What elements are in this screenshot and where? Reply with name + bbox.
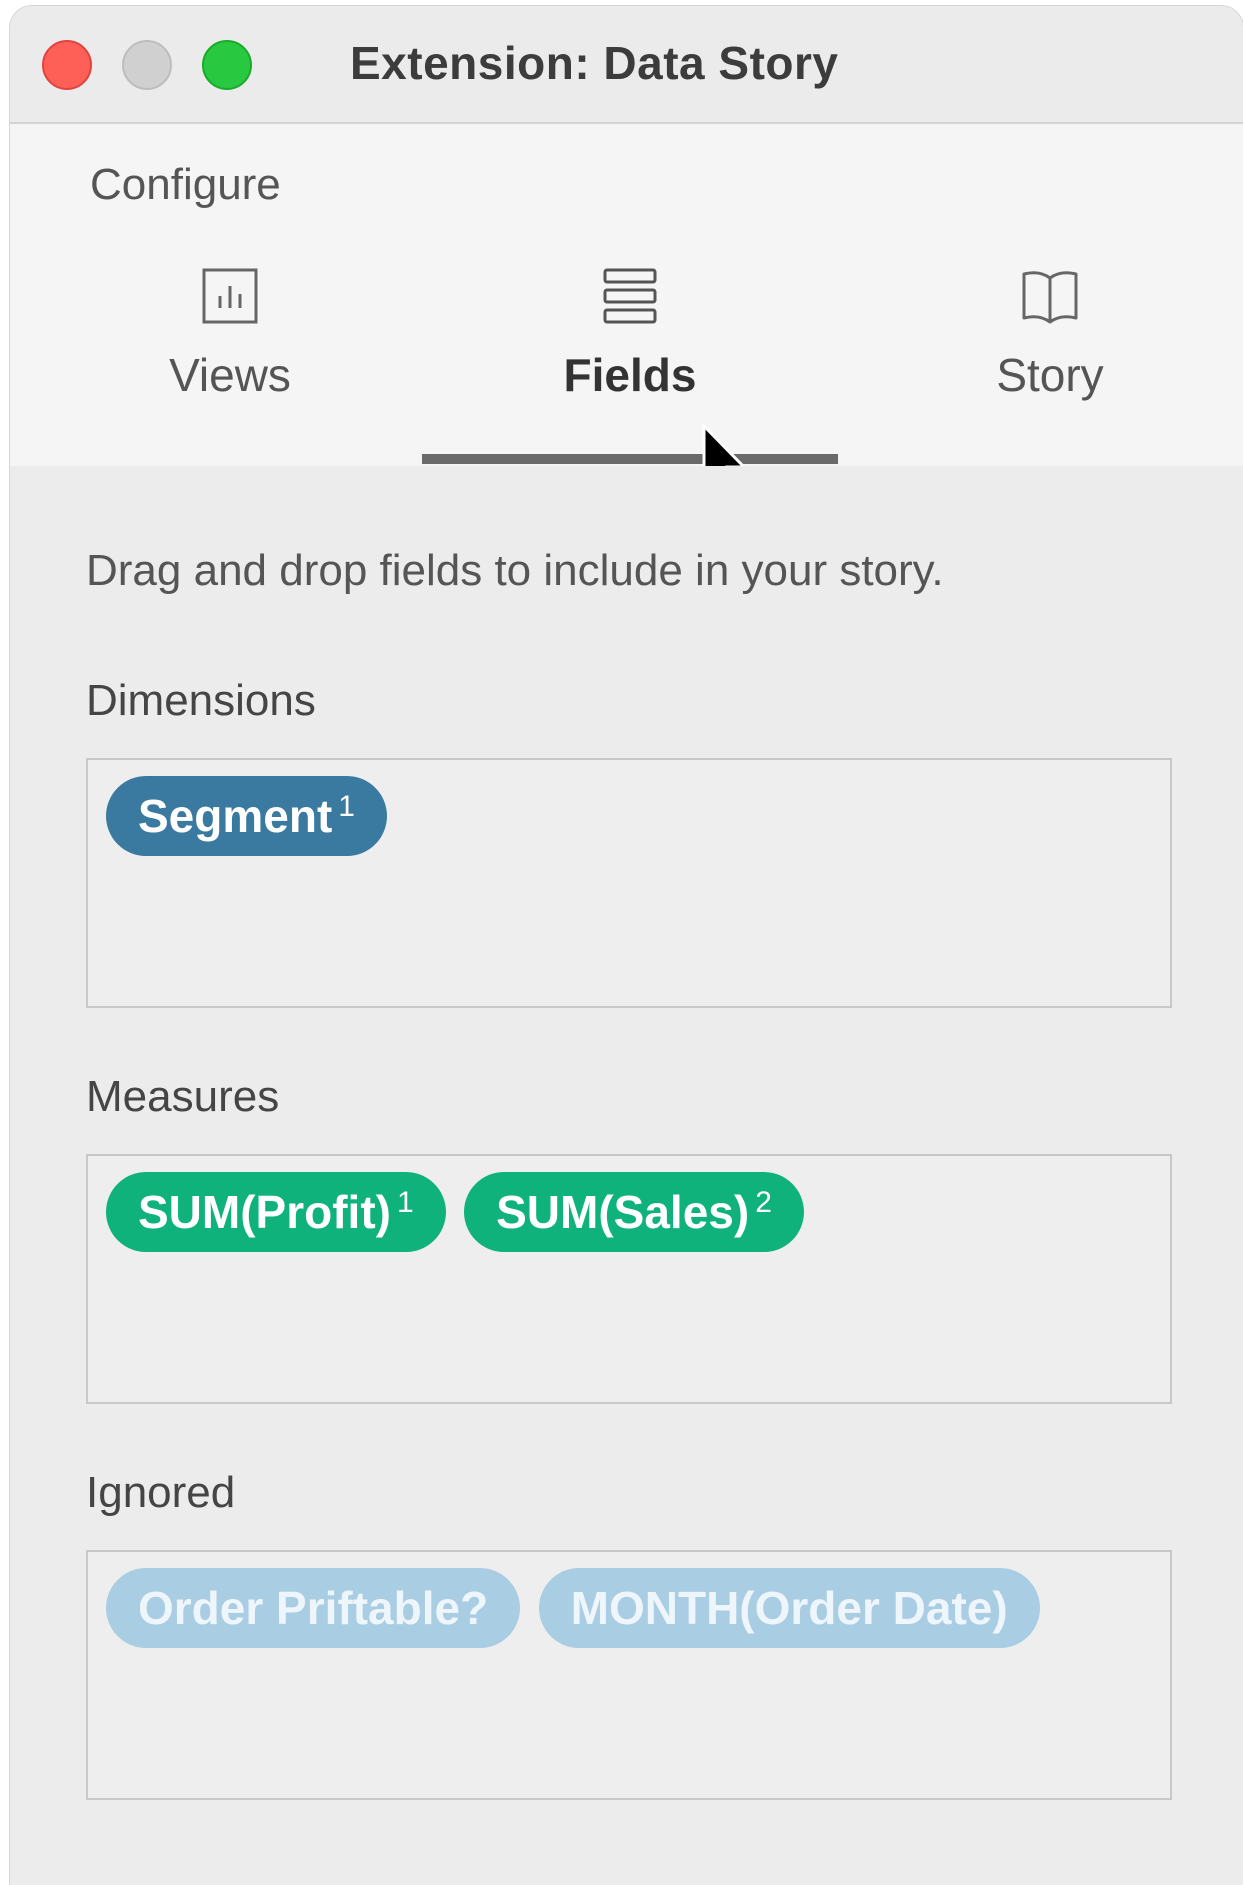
field-name: Segment: [138, 790, 333, 842]
tab-story-label: Story: [996, 349, 1104, 401]
field-pill-order-priftable[interactable]: Order Priftable?: [106, 1568, 521, 1648]
extension-window: Extension: Data Story Configure Views Fi…: [10, 6, 1243, 1885]
field-pill-segment[interactable]: Segment 1: [106, 776, 387, 856]
minimize-window-button[interactable]: [122, 40, 172, 90]
active-tab-indicator: [422, 454, 838, 464]
ignored-label: Ignored: [86, 1468, 236, 1517]
configure-label: Configure: [90, 160, 281, 209]
measures-dropzone[interactable]: SUM(Profit) 1 SUM(Sales) 2: [86, 1154, 1172, 1404]
measures-label: Measures: [86, 1072, 280, 1121]
tab-views-label: Views: [169, 349, 291, 401]
field-name: MONTH(Order Date): [570, 1582, 1008, 1634]
field-name: SUM(Profit): [138, 1186, 391, 1238]
tab-views[interactable]: Views: [80, 264, 380, 424]
window-title: Extension: Data Story: [350, 37, 839, 89]
list-rows-icon: [603, 268, 657, 324]
configure-header: Configure Views Fields Story: [10, 124, 1243, 496]
instructions-text: Drag and drop fields to include in your …: [86, 546, 944, 595]
ignored-dropzone[interactable]: Order Priftable? MONTH(Order Date): [86, 1550, 1172, 1800]
field-pill-sum-profit[interactable]: SUM(Profit) 1: [106, 1172, 446, 1252]
dimensions-label: Dimensions: [86, 676, 316, 725]
tab-fields-label: Fields: [563, 349, 697, 401]
field-index: 1: [396, 1186, 414, 1219]
field-name: Order Priftable?: [138, 1582, 489, 1634]
open-book-icon: [1022, 271, 1078, 324]
field-name: SUM(Sales): [496, 1186, 750, 1238]
field-index: 1: [338, 790, 355, 823]
field-pill-sum-sales[interactable]: SUM(Sales) 2: [464, 1172, 804, 1252]
field-index: 2: [755, 1186, 772, 1219]
fields-panel: Drag and drop fields to include in your …: [10, 466, 1243, 1885]
bar-chart-icon: [202, 268, 258, 324]
close-window-button[interactable]: [42, 40, 92, 90]
zoom-window-button[interactable]: [202, 40, 252, 90]
tab-story[interactable]: Story: [900, 264, 1200, 424]
field-pill-month-order-date[interactable]: MONTH(Order Date): [538, 1568, 1040, 1648]
tab-fields[interactable]: Fields: [480, 264, 780, 424]
dimensions-dropzone[interactable]: Segment 1: [86, 758, 1172, 1008]
title-bar[interactable]: Extension: Data Story: [10, 6, 1243, 124]
